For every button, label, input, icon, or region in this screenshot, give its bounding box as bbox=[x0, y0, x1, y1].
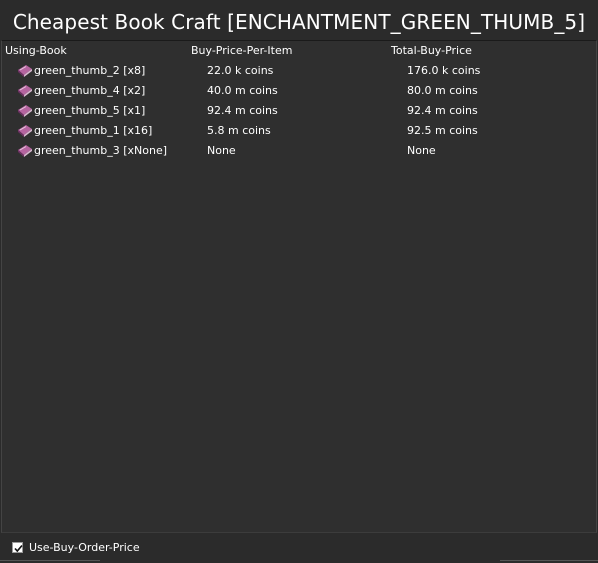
enchanted-book-icon bbox=[17, 123, 33, 137]
enchanted-book-icon bbox=[17, 103, 33, 117]
row-price-per-item: 22.0 k coins bbox=[207, 64, 274, 77]
app-window: Cheapest Book Craft [ENCHANTMENT_GREEN_T… bbox=[0, 0, 598, 563]
table-row[interactable]: green_thumb_3 [xNone] None None bbox=[2, 141, 596, 161]
checkmark-icon bbox=[14, 544, 23, 553]
results-table: Using-Book Buy-Price-Per-Item Total-Buy-… bbox=[1, 40, 597, 533]
options-footer: Use-Buy-Order-Price bbox=[0, 535, 598, 563]
table-row[interactable]: green_thumb_5 [x1] 92.4 m coins 92.4 m c… bbox=[2, 101, 596, 121]
enchanted-book-icon bbox=[17, 83, 33, 97]
table-header: Using-Book Buy-Price-Per-Item Total-Buy-… bbox=[2, 41, 596, 61]
row-total-price: 80.0 m coins bbox=[407, 84, 478, 97]
row-book-name: green_thumb_5 [x1] bbox=[34, 104, 146, 117]
row-price-per-item: 5.8 m coins bbox=[207, 124, 271, 137]
row-total-price: None bbox=[407, 144, 436, 157]
row-book-name: green_thumb_2 [x8] bbox=[34, 64, 146, 77]
enchanted-book-icon bbox=[17, 63, 33, 77]
column-header-buy-price-per-item[interactable]: Buy-Price-Per-Item bbox=[191, 44, 292, 57]
row-price-per-item: None bbox=[207, 144, 236, 157]
window-title: Cheapest Book Craft [ENCHANTMENT_GREEN_T… bbox=[12, 10, 586, 34]
column-header-using-book[interactable]: Using-Book bbox=[5, 44, 67, 57]
table-row[interactable]: green_thumb_4 [x2] 40.0 m coins 80.0 m c… bbox=[2, 81, 596, 101]
table-row[interactable]: green_thumb_1 [x16] 5.8 m coins 92.5 m c… bbox=[2, 121, 596, 141]
row-book-name: green_thumb_3 [xNone] bbox=[34, 144, 168, 157]
row-total-price: 176.0 k coins bbox=[407, 64, 481, 77]
column-header-total-buy-price[interactable]: Total-Buy-Price bbox=[391, 44, 472, 57]
row-price-per-item: 92.4 m coins bbox=[207, 104, 278, 117]
row-total-price: 92.4 m coins bbox=[407, 104, 478, 117]
use-buy-order-price-label[interactable]: Use-Buy-Order-Price bbox=[29, 541, 140, 554]
use-buy-order-price-checkbox[interactable] bbox=[12, 542, 23, 553]
row-book-name: green_thumb_4 [x2] bbox=[34, 84, 146, 97]
table-row[interactable]: green_thumb_2 [x8] 22.0 k coins 176.0 k … bbox=[2, 61, 596, 81]
row-book-name: green_thumb_1 [x16] bbox=[34, 124, 153, 137]
row-price-per-item: 40.0 m coins bbox=[207, 84, 278, 97]
row-total-price: 92.5 m coins bbox=[407, 124, 478, 137]
enchanted-book-icon bbox=[17, 143, 33, 157]
